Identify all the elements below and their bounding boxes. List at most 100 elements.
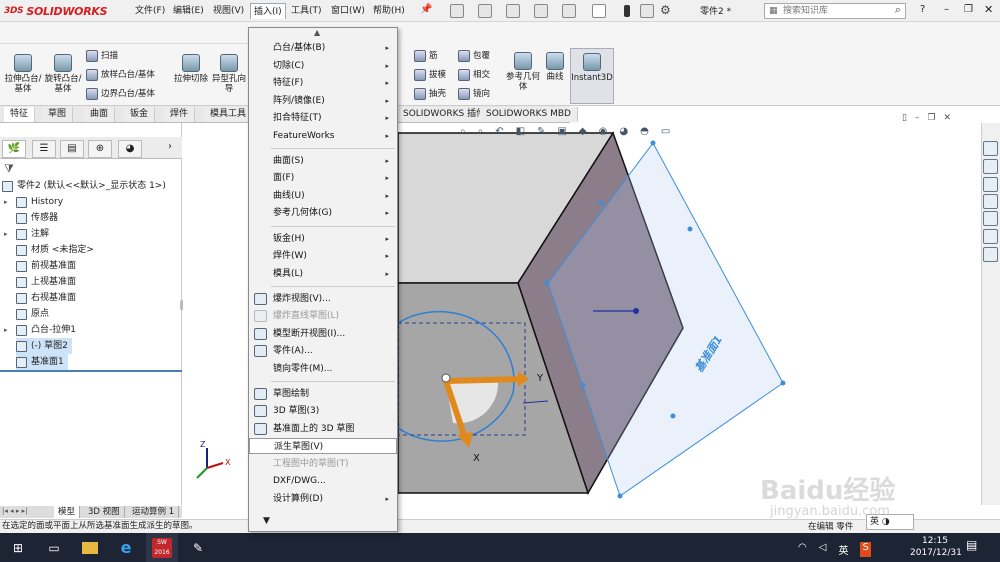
tray-ime[interactable]: 英 [838,542,848,557]
shell-button[interactable]: 抽壳 [414,88,446,100]
draft-button[interactable]: 拔模 [414,69,446,81]
menu-item-derived-sketch[interactable]: 派生草图(V) [249,438,397,454]
tab-sketch[interactable]: 草图 [42,107,74,122]
section-view-icon[interactable]: ◧ [516,126,525,137]
extrude-cut-button[interactable]: 拉伸切除 [172,54,210,84]
menu-item-sheet-metal[interactable]: 钣金(H) ▸ [249,231,397,247]
extrude-boss-button[interactable]: 拉伸凸台/基体 [4,54,42,94]
mirror-button[interactable]: 镜向 [458,88,490,100]
gear-icon[interactable]: ⚙ [660,3,671,17]
menu-item-curve[interactable]: 曲线(U) ▸ [249,188,397,204]
close-icon[interactable]: ✕ [984,3,993,16]
windows-start-icon[interactable]: ⊞ [2,533,34,562]
menu-item-sketch[interactable]: 草图绘制 [249,386,397,402]
viewport-min-icon[interactable]: – [915,113,920,123]
configuration-tab[interactable]: ▤ [60,140,84,158]
view-palette-icon[interactable] [983,194,998,209]
notification-icon[interactable]: ▤ [966,538,977,552]
help-icon[interactable]: ? [920,4,925,15]
menu-item-weldments[interactable]: 焊件(W) ▸ [249,248,397,264]
tab-mbd[interactable]: SOLIDWORKS MBD [480,107,578,122]
tab-scroll-arrows[interactable]: |◂ ◂ ▸ ▸| [2,507,27,515]
menu-item-boss[interactable]: 凸台/基体(B) ▸ [249,40,397,56]
menu-edit[interactable]: 编辑(E) [170,3,207,19]
dimxpert-tab[interactable]: ⊕ [88,140,112,158]
tab-3d-view[interactable]: 3D 视图 [84,506,125,518]
task-view-icon[interactable]: ▭ [38,533,70,562]
edge-browser-icon[interactable]: e [110,533,142,562]
menu-item-break-view[interactable]: 模型断开视图(I)... [249,326,397,342]
tree-item-history[interactable]: ▸ History [4,194,63,210]
menu-file[interactable]: 文件(F) [132,3,168,19]
menu-scroll-up-icon[interactable]: ▲ [314,28,320,37]
tab-motion-study[interactable]: 运动算例 1 [128,506,180,518]
sogou-icon[interactable]: S [860,542,871,557]
menu-window[interactable]: 窗口(W) [328,3,368,19]
menu-item-fastening[interactable]: 扣合特征(T) ▸ [249,110,397,126]
search-icon[interactable]: ⌕ [895,3,901,17]
menu-item-face[interactable]: 面(F) ▸ [249,170,397,186]
network-icon[interactable]: ◠ [798,542,807,557]
tree-item-right-plane[interactable]: 右视基准面 [4,290,76,306]
tree-root[interactable]: 零件2 (默认<<默认>_显示状态 1>) [2,178,166,194]
tab-surfaces[interactable]: 曲面 [84,107,116,122]
menu-scroll-down-icon[interactable]: ▼ [263,516,270,526]
tab-weldments[interactable]: 焊件 [164,107,196,122]
wrap-button[interactable]: 包覆 [458,50,490,62]
tab-model[interactable]: 模型 [54,506,81,518]
tab-features[interactable]: 特征 [4,107,36,122]
minimize-icon[interactable]: – [944,4,949,15]
viewport-restore-icon[interactable]: ▯ [902,113,907,123]
menu-item-cut[interactable]: 切除(C) ▸ [249,58,397,74]
print-icon[interactable] [534,4,548,18]
menu-tools[interactable]: 工具(T) [288,3,325,19]
volume-icon[interactable]: ◁ [819,542,827,557]
tree-item-front-plane[interactable]: 前视基准面 [4,258,76,274]
new-icon[interactable] [450,4,464,18]
feature-tree-tab[interactable]: 🌿 [2,140,26,158]
filter-icon[interactable]: ⧩ [4,162,18,176]
zoom-fit-icon[interactable]: ⌕ [460,126,466,137]
tab-sheet-metal[interactable]: 钣金 [124,107,156,122]
select-icon[interactable] [592,4,606,18]
instant3d-button[interactable]: Instant3D [570,48,614,104]
file-explorer-icon[interactable] [983,177,998,192]
tab-addins[interactable]: SOLIDWORKS 插件 [397,107,493,122]
property-manager-tab[interactable]: ☰ [32,140,56,158]
undo-icon[interactable] [562,4,576,18]
menu-item-features[interactable]: 特征(F) ▸ [249,75,397,91]
menu-item-pattern-mirror[interactable]: 阵列/镜像(E) ▸ [249,93,397,109]
revolve-boss-button[interactable]: 旋转凸台/基体 [44,54,82,94]
custom-properties-icon[interactable] [983,229,998,244]
restore-icon[interactable]: ❐ [964,4,973,15]
display-style-icon[interactable]: ◆ [579,126,587,137]
menu-help[interactable]: 帮助(H) [370,3,408,19]
file-explorer-taskbar-icon[interactable] [74,533,106,562]
y-axis-arrow[interactable] [445,376,524,384]
zoom-area-icon[interactable]: ⌕ [478,126,484,137]
previous-view-icon[interactable]: ↶ [495,126,503,137]
open-icon[interactable] [478,4,492,18]
viewport-max-icon[interactable]: ❐ [927,113,935,123]
appearance-icon[interactable]: ◕ [619,126,628,137]
dynamic-annotation-icon[interactable]: ✎ [537,126,545,137]
menu-item-design-study[interactable]: 设计算例(D) ▸ [249,491,397,507]
menu-item-reference-geometry[interactable]: 参考几何体(G) ▸ [249,205,397,221]
menu-item-exploded-view[interactable]: 爆炸视图(V)... [249,291,397,307]
tree-item-material[interactable]: 材质 <未指定> [4,242,94,258]
pin-icon[interactable]: 📌 [420,4,432,15]
file-properties-icon[interactable] [640,4,654,18]
traffic-light-icon[interactable] [624,5,630,17]
appearances-icon[interactable] [983,211,998,226]
menu-item-mirror-part[interactable]: 镜向零件(M)... [249,361,397,377]
tree-item-sketch2[interactable]: (-) 草图2 [16,338,72,354]
paint-app-icon[interactable]: ✎ [182,533,214,562]
reference-geometry-button[interactable]: 参考几何体 [506,52,540,92]
design-library-icon[interactable] [983,159,998,174]
tree-item-plane1[interactable]: 基准面1 [16,354,68,370]
chevron-right-icon[interactable]: › [168,141,172,152]
menu-item-3d-sketch[interactable]: 3D 草图(3) [249,403,397,419]
menu-view[interactable]: 视图(V) [210,3,247,19]
viewport-close-icon[interactable]: ✕ [944,113,952,123]
forum-icon[interactable] [983,247,998,262]
